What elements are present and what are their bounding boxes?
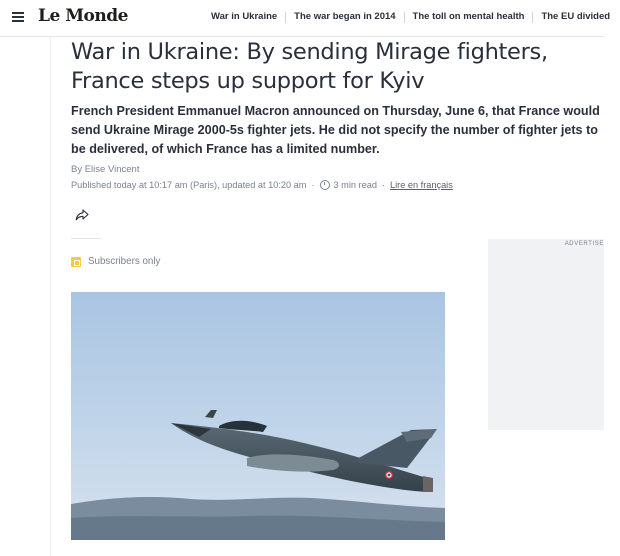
share-divider: [71, 238, 101, 239]
article-byline: By Elise Vincent: [71, 164, 139, 175]
subscribers-only-badge: Subscribers only: [71, 256, 160, 267]
subscriber-badge-icon: [71, 256, 81, 267]
nav-mental-health[interactable]: The toll on mental health: [407, 11, 531, 23]
hamburger-menu-icon[interactable]: [12, 12, 24, 22]
subscribers-only-label: Subscribers only: [88, 256, 161, 267]
page-gutter: [50, 37, 51, 556]
french-version-link[interactable]: Lire en français: [390, 180, 453, 190]
mirage-jet-image: [71, 292, 445, 540]
nav-divider: [403, 12, 405, 23]
top-nav: War in Ukraine The war began in 2014 The…: [205, 11, 616, 23]
nav-divider: [285, 12, 287, 23]
nav-divider: [532, 12, 534, 23]
site-logo[interactable]: Le Monde: [38, 6, 128, 26]
meta-separator: ·: [311, 180, 315, 190]
nav-war-began-2014[interactable]: The war began in 2014: [288, 11, 401, 23]
meta-separator: ·: [381, 180, 385, 190]
top-bar: Le Monde War in Ukraine The war began in…: [0, 0, 610, 37]
nav-war-in-ukraine[interactable]: War in Ukraine: [205, 11, 283, 23]
article-headline: War in Ukraine: By sending Mirage fighte…: [71, 39, 548, 94]
share-icon[interactable]: [75, 209, 89, 225]
read-time: 3 min read: [333, 180, 377, 190]
article-photo: [71, 292, 445, 540]
share-arrow-icon: [75, 209, 89, 221]
article-standfirst: French President Emmanuel Macron announc…: [71, 104, 600, 156]
nav-eu-divided[interactable]: The EU divided: [535, 11, 616, 23]
advertisement-label: ADVERTISE: [564, 241, 604, 247]
author-link[interactable]: By Elise Vincent: [71, 164, 139, 175]
article-meta: Published today at 10:17 am (Paris), upd…: [71, 180, 453, 190]
clock-icon: [319, 180, 330, 190]
published-date: Published today at 10:17 am (Paris), upd…: [71, 180, 307, 190]
advertisement-slot[interactable]: ADVERTISE: [488, 239, 604, 430]
